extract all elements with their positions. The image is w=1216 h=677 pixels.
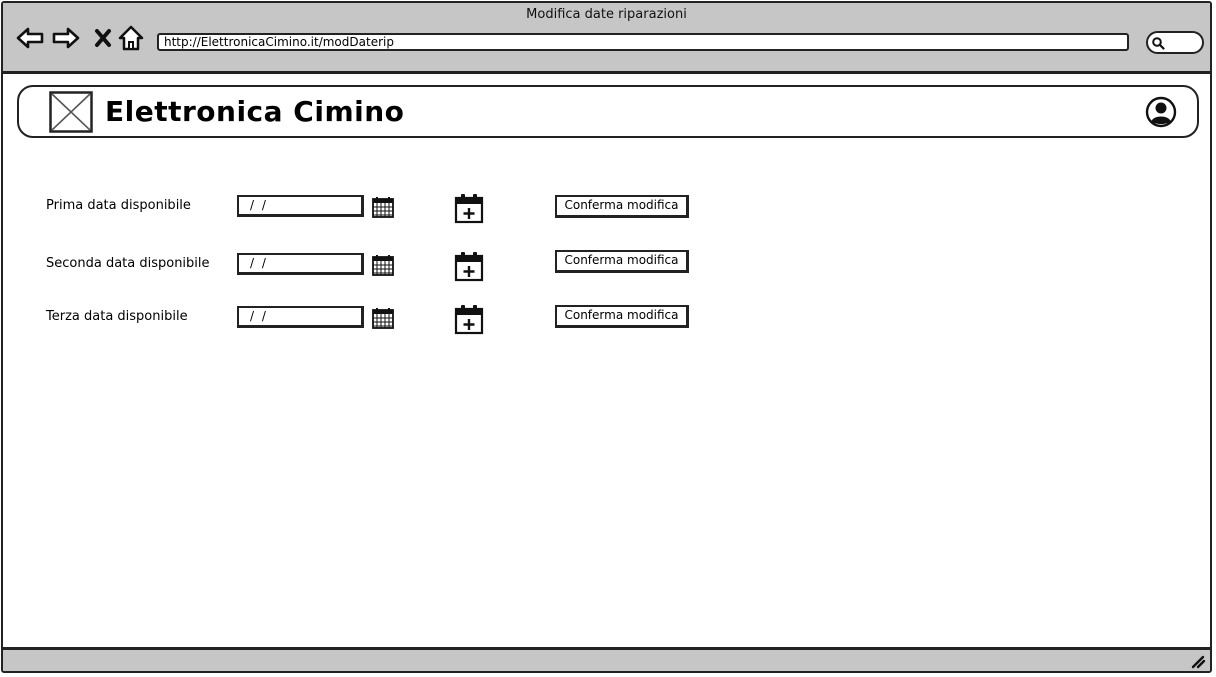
user-account-icon[interactable] [1145, 96, 1177, 128]
date-input[interactable]: / / [237, 306, 364, 328]
search-icon [1152, 37, 1165, 50]
resize-grip-icon[interactable] [1190, 653, 1206, 669]
calendar-icon[interactable] [371, 306, 395, 330]
date-row-first: Prima data disponibile / / Conferma modi… [3, 189, 763, 224]
site-brand-title: Elettronica Cimino [105, 95, 405, 128]
home-icon[interactable] [116, 23, 146, 53]
back-arrow-icon[interactable] [15, 23, 45, 53]
confirm-change-button[interactable]: Conferma modifica [555, 305, 689, 328]
date-label: Terza data disponibile [46, 309, 188, 324]
confirm-change-button[interactable]: Conferma modifica [555, 195, 689, 218]
calendar-icon[interactable] [371, 253, 395, 277]
site-header: Elettronica Cimino [17, 85, 1199, 138]
browser-statusbar [3, 647, 1210, 671]
date-input[interactable]: / / [237, 195, 364, 217]
calendar-icon[interactable] [371, 195, 395, 219]
browser-search-field[interactable] [1146, 31, 1204, 54]
date-label: Seconda data disponibile [46, 256, 210, 271]
calendar-add-icon[interactable] [453, 192, 485, 224]
date-row-third: Terza data disponibile / / Conferma modi… [3, 299, 763, 335]
date-label: Prima data disponibile [46, 198, 191, 213]
logo-placeholder-icon [49, 91, 93, 133]
stop-close-icon[interactable] [89, 23, 119, 53]
confirm-change-button[interactable]: Conferma modifica [555, 250, 689, 273]
browser-titlebar: Modifica date riparazioni http://Elettro… [3, 3, 1210, 74]
window-title: Modifica date riparazioni [526, 7, 687, 22]
calendar-add-icon[interactable] [453, 250, 485, 282]
address-bar[interactable]: http://ElettronicaCimino.it/modDaterip [157, 33, 1129, 51]
forward-arrow-icon[interactable] [51, 23, 81, 53]
calendar-add-icon[interactable] [453, 303, 485, 335]
date-input[interactable]: / / [237, 253, 364, 275]
browser-window: Modifica date riparazioni http://Elettro… [1, 1, 1212, 673]
date-row-second: Seconda data disponibile / / Conferma mo… [3, 245, 763, 282]
